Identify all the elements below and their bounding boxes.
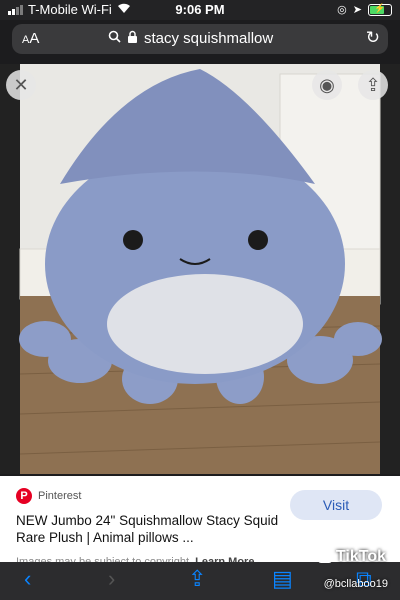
product-image[interactable]: ✕ ◉ ⇪ <box>0 64 400 474</box>
reload-icon[interactable]: ↻ <box>366 28 380 48</box>
result-source[interactable]: P Pinterest <box>16 488 81 504</box>
lock-icon <box>127 30 138 47</box>
search-icon <box>108 30 121 47</box>
alarm-icon: ◎ <box>337 4 347 16</box>
share-icon[interactable]: ⇪ <box>188 566 206 592</box>
tiktok-handle: @bcllaboo19 <box>323 578 388 590</box>
bookmarks-icon[interactable]: ▤ <box>272 566 293 592</box>
close-icon[interactable]: ✕ <box>6 70 36 100</box>
status-bar: T-Mobile Wi-Fi 9:06 PM ◎ ➤ ⚡ <box>0 0 400 20</box>
reader-text-size-button[interactable]: AA <box>22 30 39 47</box>
source-name: Pinterest <box>38 490 82 502</box>
search-query: stacy squishmallow <box>144 30 274 47</box>
tiktok-logo-icon <box>317 549 332 563</box>
location-arrow-icon: ➤ <box>352 4 362 16</box>
tiktok-watermark: TikTok <box>317 548 386 566</box>
status-right: ◎ ➤ ⚡ <box>337 3 392 16</box>
lens-search-icon[interactable]: ◉ <box>312 70 342 100</box>
forward-arrow-icon[interactable]: › <box>108 566 115 592</box>
tiktok-name: TikTok <box>335 548 386 565</box>
visit-button[interactable]: Visit <box>290 490 382 520</box>
address-bar[interactable]: AA stacy squishmallow ↻ <box>12 24 388 54</box>
battery-charging-icon: ⚡ <box>368 3 392 16</box>
pinterest-icon: P <box>16 488 32 504</box>
url-display[interactable]: stacy squishmallow <box>108 30 273 47</box>
share-icon[interactable]: ⇪ <box>358 70 388 100</box>
aa-big-label: A <box>29 30 40 47</box>
back-arrow-icon[interactable]: ‹ <box>24 566 31 592</box>
result-title[interactable]: NEW Jumbo 24" Squishmallow Stacy Squid R… <box>16 512 296 546</box>
squishmallow-photo <box>0 64 400 474</box>
